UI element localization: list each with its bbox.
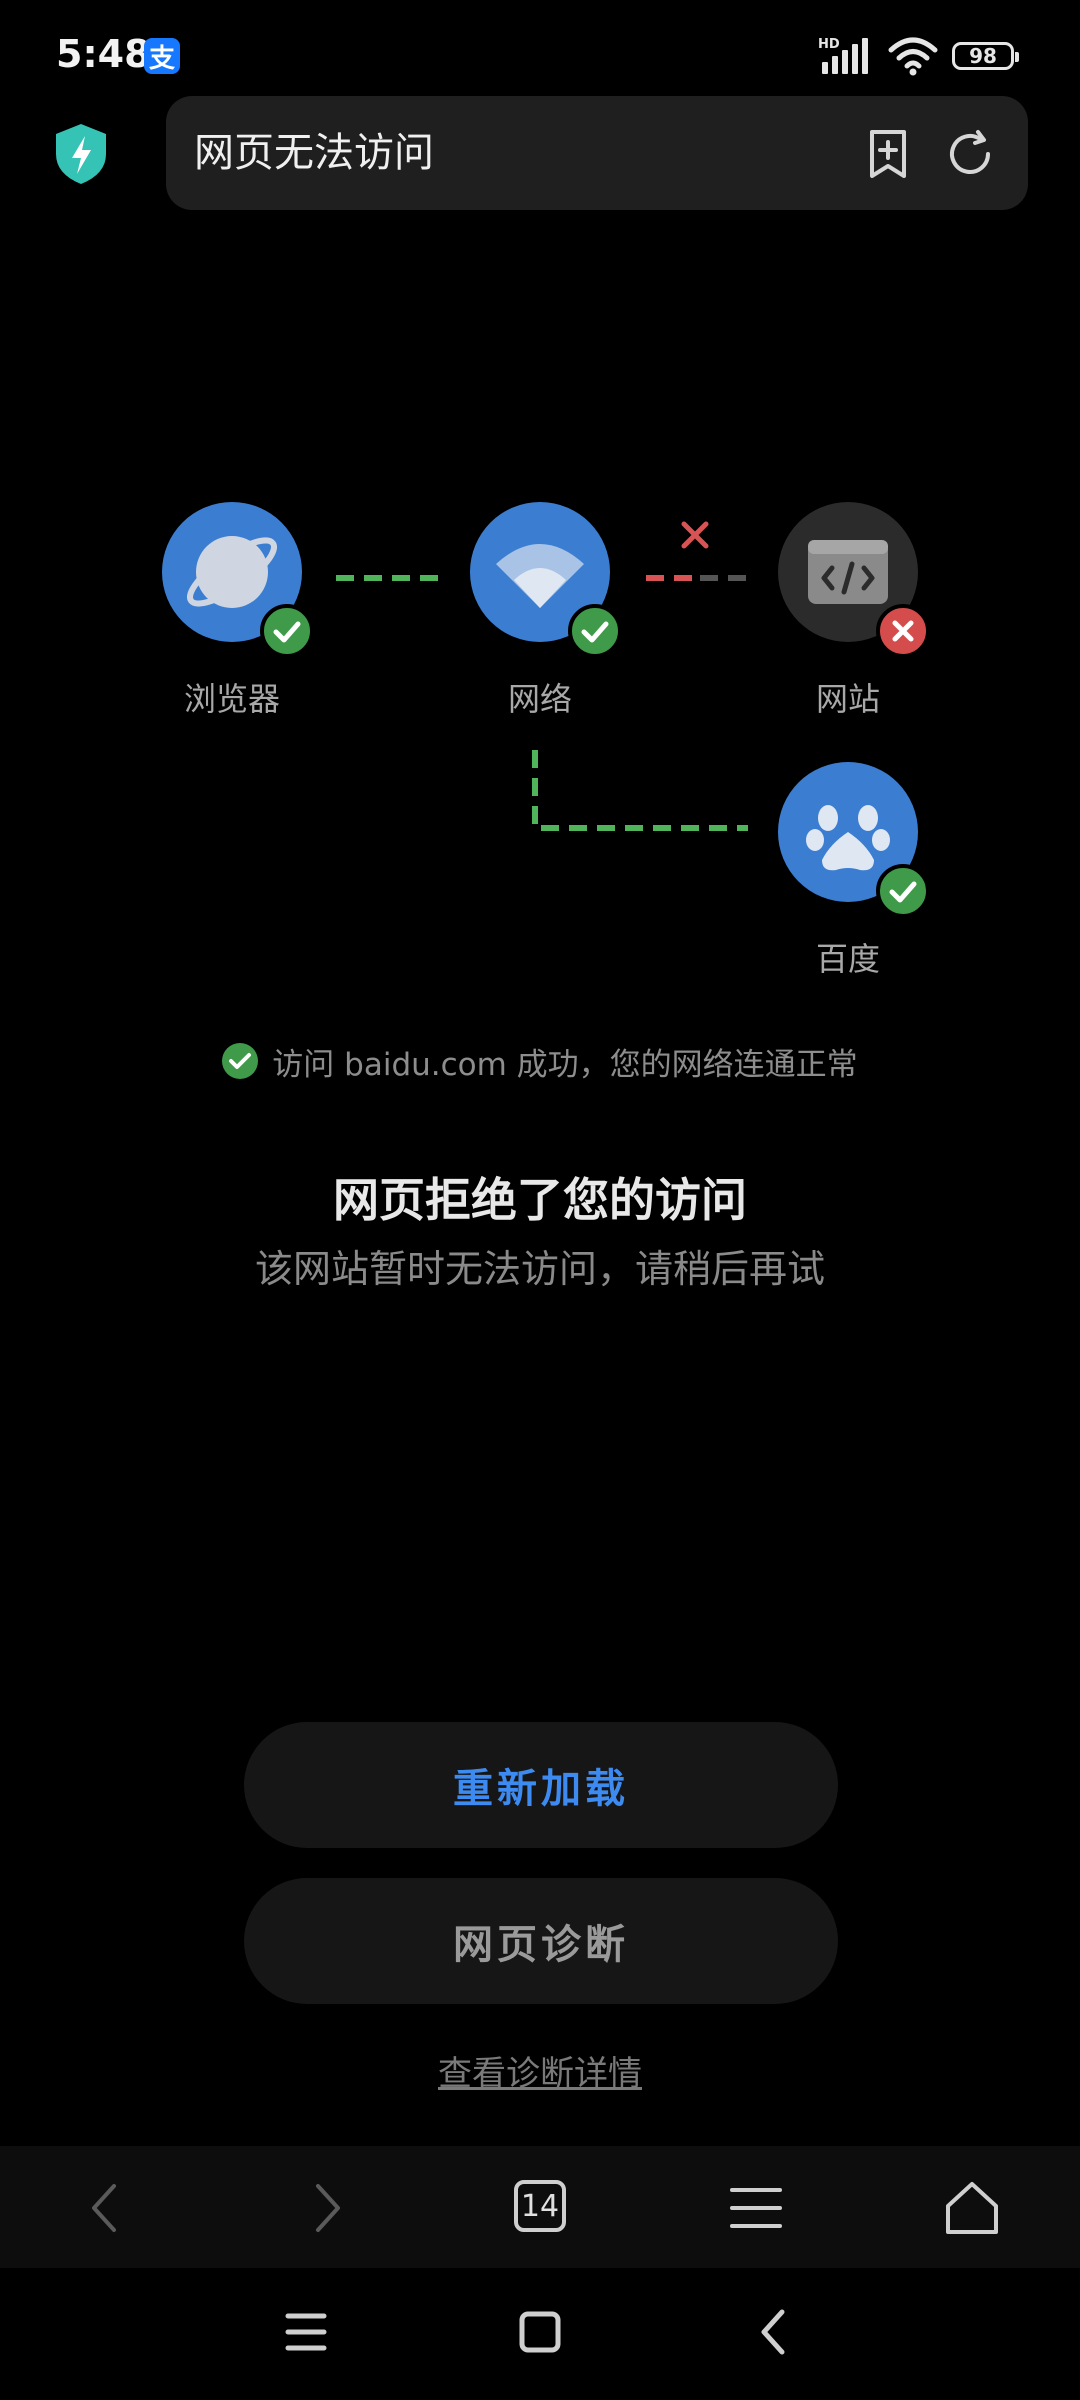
- check-icon: [889, 881, 917, 903]
- battery-indicator: 98: [952, 42, 1019, 70]
- success-check-icon: [222, 1043, 259, 1079]
- website-error-badge: [876, 604, 930, 658]
- menu-icon[interactable]: [724, 2176, 788, 2240]
- browser-ok-badge: [260, 604, 314, 658]
- network-ok-badge: [568, 604, 622, 658]
- status-icons: HD 98: [818, 36, 1019, 76]
- view-diagnosis-details-link[interactable]: 查看诊断详情: [0, 2046, 1080, 2095]
- connectivity-status-text: 访问 baidu.com 成功，您的网络连通正常: [272, 1046, 858, 1083]
- page-title[interactable]: 网页无法访问: [194, 96, 434, 210]
- error-title: 网页拒绝了您的访问: [333, 1173, 747, 1227]
- close-icon: [892, 620, 914, 642]
- baidu-label: 百度: [815, 940, 880, 978]
- system-back-icon[interactable]: [746, 2304, 802, 2360]
- security-shield-icon[interactable]: [52, 122, 110, 186]
- home-icon[interactable]: [940, 2176, 1004, 2240]
- diagnose-button[interactable]: 网页诊断: [244, 1878, 838, 2004]
- check-icon: [273, 621, 301, 643]
- connectivity-status: 访问 baidu.com 成功，您的网络连通正常: [0, 1036, 1080, 1086]
- connection-failed-icon: [681, 521, 709, 549]
- check-icon: [581, 621, 609, 643]
- system-home-icon[interactable]: [512, 2304, 568, 2360]
- add-bookmark-icon[interactable]: [862, 128, 914, 180]
- refresh-icon[interactable]: [944, 128, 996, 180]
- cellular-signal-icon: HD: [818, 37, 868, 74]
- baidu-ok-badge: [876, 864, 930, 918]
- tabs-button[interactable]: 14: [514, 2180, 566, 2232]
- forward-icon[interactable]: [294, 2176, 358, 2240]
- svg-text:HD: HD: [818, 37, 840, 52]
- browser-label: 浏览器: [183, 680, 280, 718]
- wifi-icon: [888, 37, 938, 76]
- website-label: 网站: [815, 680, 880, 718]
- reload-button[interactable]: 重新加载: [244, 1722, 838, 1848]
- network-label: 网络: [507, 680, 572, 718]
- back-icon[interactable]: [74, 2176, 138, 2240]
- tab-count: 14: [520, 2188, 560, 2224]
- alipay-notification-icon: 支: [144, 38, 180, 74]
- recent-apps-icon[interactable]: [278, 2304, 334, 2360]
- error-subtitle: 该网站暂时无法访问，请稍后再试: [254, 1247, 825, 1291]
- status-time: 5:48: [56, 32, 151, 76]
